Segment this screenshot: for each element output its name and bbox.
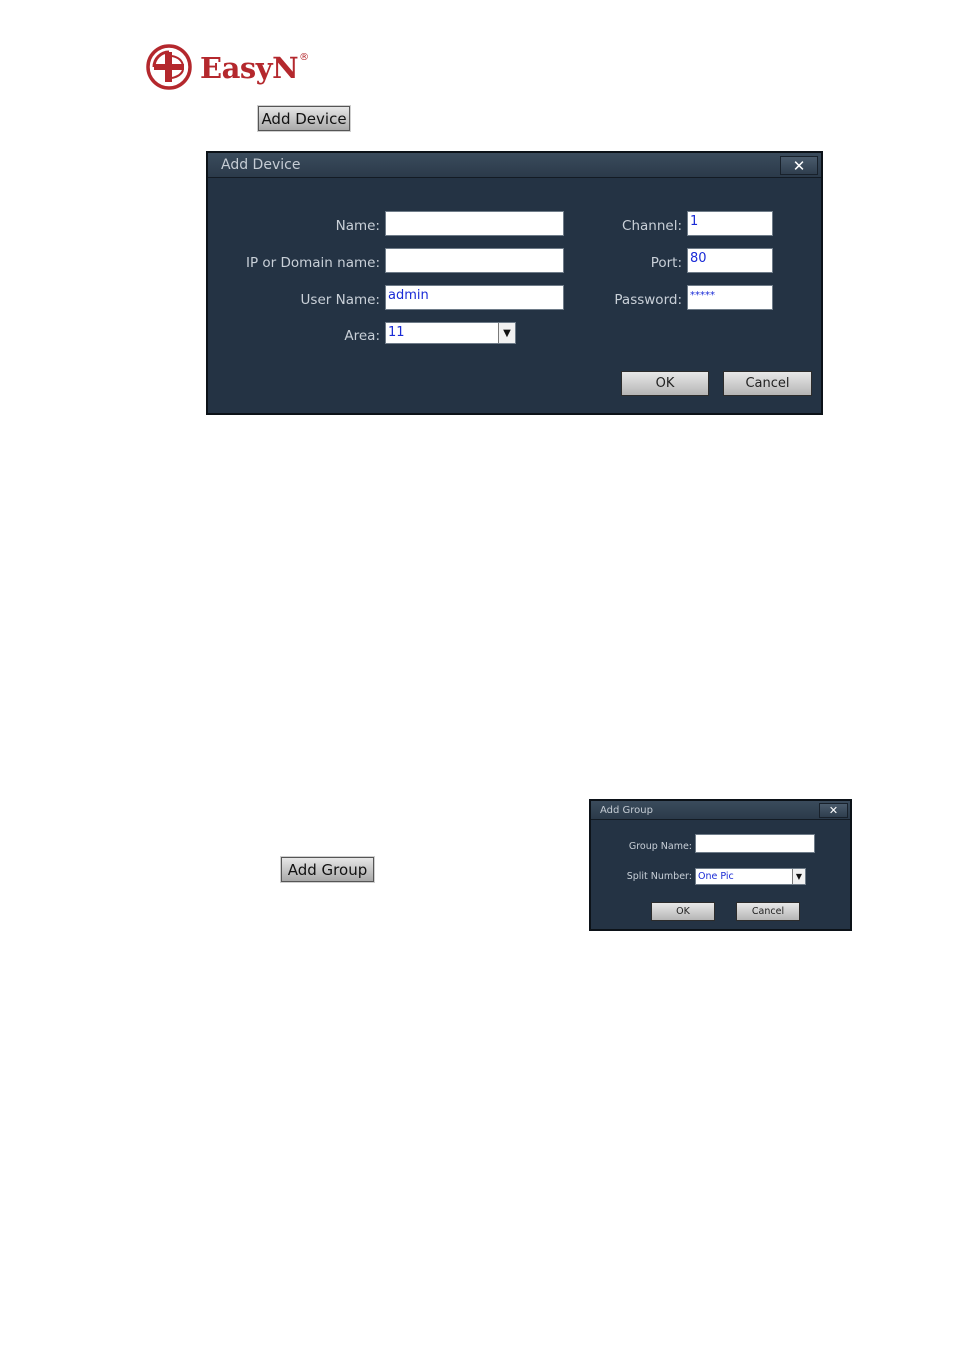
close-icon[interactable]: ✕ <box>819 803 848 818</box>
area-label: Area: <box>344 328 380 344</box>
user-name-field[interactable]: admin <box>385 285 564 310</box>
brand-logo: EasyN ® <box>146 43 310 91</box>
area-value: 11 <box>388 325 405 340</box>
port-field[interactable]: 80 <box>687 248 773 273</box>
ip-label: IP or Domain name: <box>245 255 380 271</box>
cancel-button[interactable]: Cancel <box>736 902 800 921</box>
chevron-down-icon[interactable]: ▼ <box>792 869 805 884</box>
registered-mark: ® <box>299 51 310 63</box>
cancel-button[interactable]: Cancel <box>723 371 812 396</box>
channel-field[interactable]: 1 <box>687 211 773 236</box>
close-icon[interactable]: ✕ <box>780 156 818 175</box>
ok-button[interactable]: OK <box>621 371 709 396</box>
channel-label: Channel: <box>622 218 682 234</box>
area-select[interactable]: 11 ▼ <box>385 322 516 344</box>
dialog-title: Add Device <box>221 157 301 173</box>
split-number-value: One Pic <box>698 871 734 882</box>
port-label: Port: <box>650 255 682 271</box>
chevron-down-icon[interactable]: ▼ <box>498 323 515 343</box>
password-label: Password: <box>614 292 682 308</box>
ip-field[interactable] <box>385 248 564 273</box>
group-name-field[interactable] <box>695 834 815 853</box>
user-name-label: User Name: <box>300 292 380 308</box>
add-group-button[interactable]: Add Group <box>280 856 375 883</box>
globe-logo-icon <box>146 44 192 90</box>
dialog-titlebar[interactable]: Add Group <box>591 801 850 820</box>
ok-button[interactable]: OK <box>651 902 715 921</box>
split-number-label: Split Number: <box>626 871 692 882</box>
split-number-select[interactable]: One Pic ▼ <box>695 868 806 885</box>
name-label: Name: <box>335 218 380 234</box>
group-name-label: Group Name: <box>628 841 692 852</box>
add-device-dialog: Add Device ✕ Name: IP or Domain name: Us… <box>206 151 823 415</box>
dialog-titlebar[interactable]: Add Device <box>208 153 821 178</box>
password-field[interactable]: ***** <box>687 285 773 310</box>
dialog-title: Add Group <box>600 804 653 816</box>
name-field[interactable] <box>385 211 564 236</box>
add-device-button[interactable]: Add Device <box>257 105 351 132</box>
brand-name: EasyN <box>200 51 299 85</box>
add-group-dialog: Add Group ✕ Group Name: Split Number: On… <box>589 799 852 931</box>
